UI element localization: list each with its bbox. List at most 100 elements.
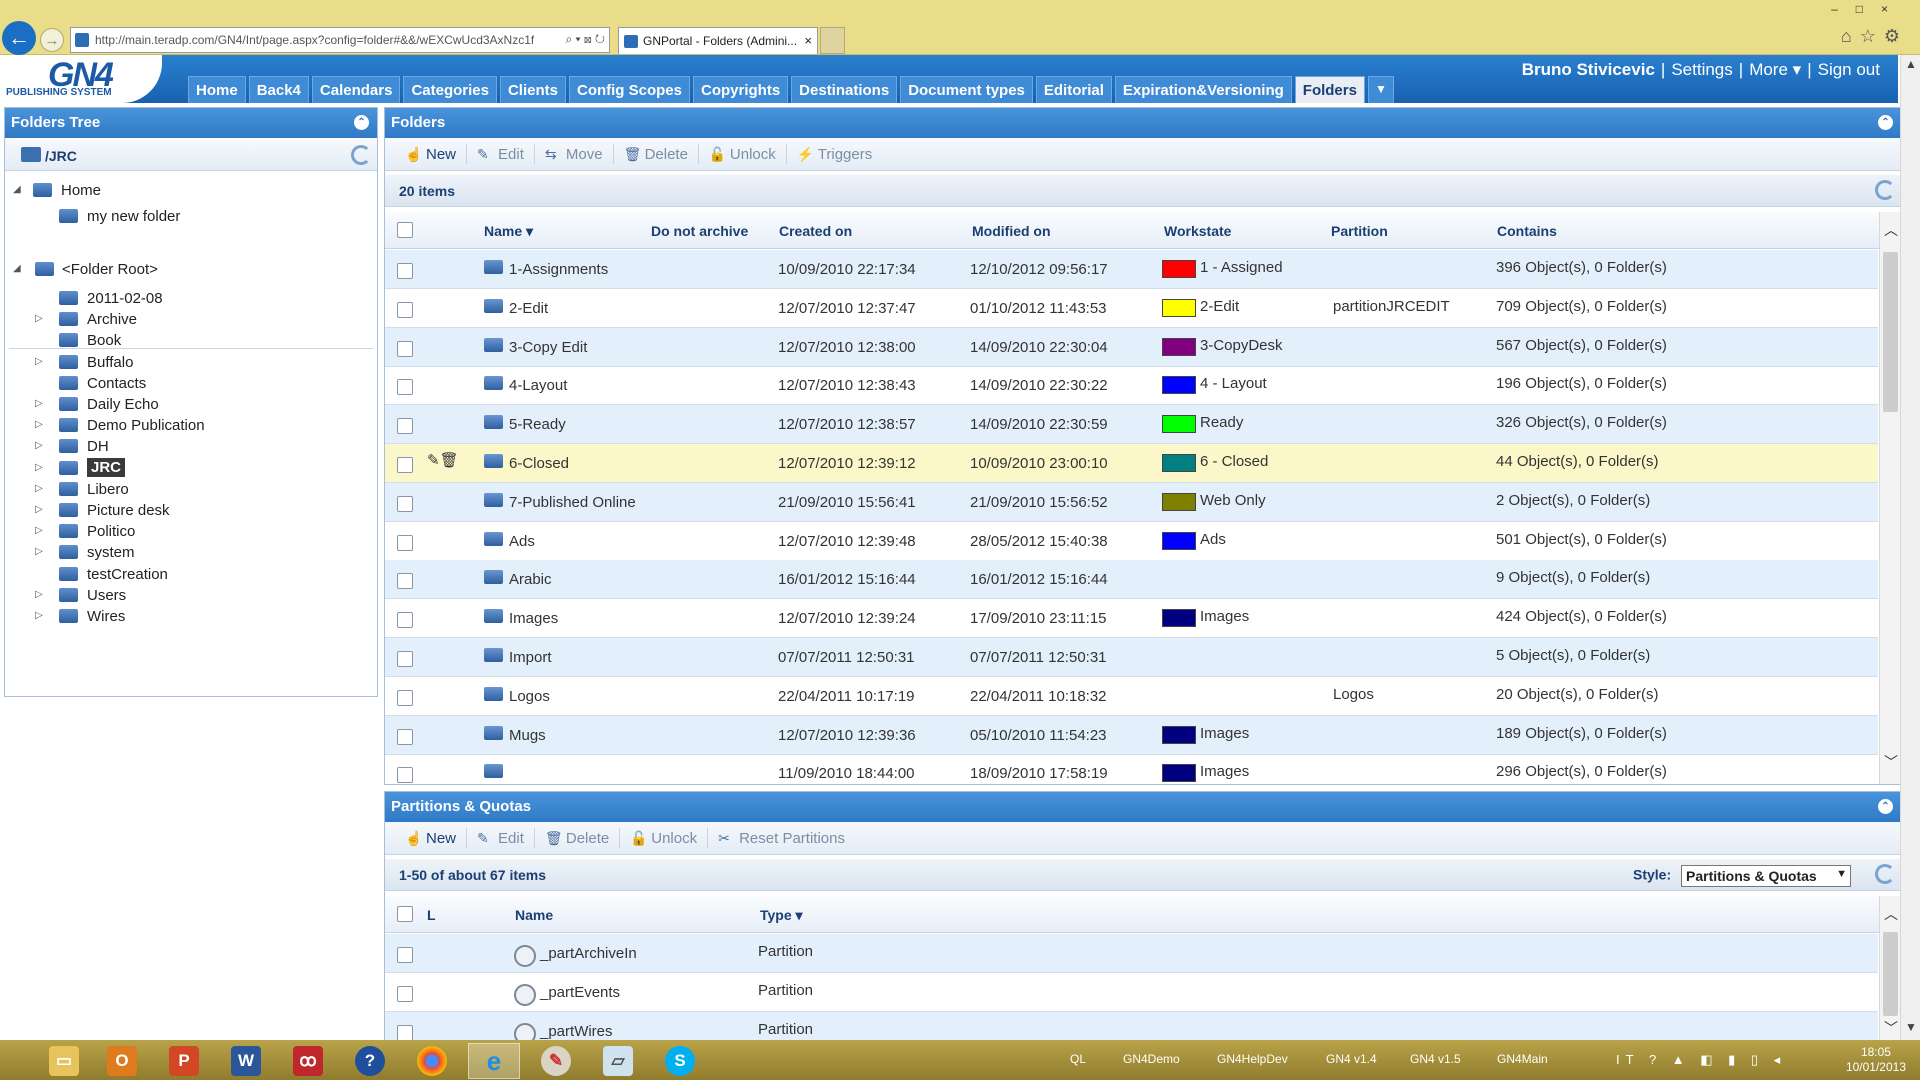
- menu-more-dropdown-icon[interactable]: ▼: [1367, 76, 1394, 103]
- expand-icon[interactable]: ▷: [35, 356, 45, 367]
- table-row[interactable]: 11/09/2010 18:44:00 18/09/2010 17:58:19 Im…: [385, 754, 1878, 784]
- table-row[interactable]: ✎🗑 6-Closed 12/07/2010 12:39:12 10/09/2010 …: [385, 444, 1878, 483]
- row-edit-delete-icons[interactable]: ✎🗑: [427, 451, 459, 469]
- refresh-icon[interactable]: [1875, 180, 1895, 200]
- table-row[interactable]: 3-Copy Edit 12/07/2010 12:38:00 14/09/2010…: [385, 327, 1878, 367]
- table-row[interactable]: _partWires Partition: [385, 1012, 1878, 1040]
- table-row[interactable]: 5-Ready 12/07/2010 12:38:57 14/09/2010 22:…: [385, 405, 1878, 445]
- clock[interactable]: 18:05 10/01/2013: [1846, 1045, 1906, 1075]
- toolbar-link-ql[interactable]: QL: [1070, 1052, 1086, 1066]
- scroll-down-icon[interactable]: ﹀: [1884, 1018, 1898, 1038]
- language-indicator[interactable]: IT: [1616, 1052, 1639, 1067]
- scroll-down-icon[interactable]: ▼: [1905, 1020, 1917, 1034]
- expand-icon[interactable]: ▷: [35, 419, 45, 430]
- scroll-thumb[interactable]: [1883, 932, 1898, 1016]
- row-checkbox[interactable]: [397, 1025, 413, 1040]
- address-tools-icon[interactable]: ⌕ ▾ ⊠ ↻: [565, 32, 605, 47]
- col-modified-on[interactable]: Modified on: [972, 223, 1051, 239]
- col-contains[interactable]: Contains: [1497, 223, 1557, 239]
- table-row[interactable]: _partArchiveIn Partition: [385, 934, 1878, 973]
- menu-editorial[interactable]: Editorial: [1035, 76, 1112, 103]
- new-button[interactable]: ☝ New: [395, 146, 466, 163]
- expand-icon[interactable]: ▷: [35, 462, 45, 473]
- table-row[interactable]: Mugs 12/07/2010 12:39:36 05/10/2010 11:54:…: [385, 715, 1878, 755]
- select-all-checkbox[interactable]: [397, 222, 413, 238]
- expand-icon[interactable]: ▷: [35, 589, 45, 600]
- toolbar-link-gn4demo[interactable]: GN4Demo: [1123, 1052, 1180, 1066]
- col-type[interactable]: Type ▾: [760, 907, 803, 924]
- collapse-icon[interactable]: ⌃: [1878, 799, 1893, 814]
- scroll-thumb[interactable]: [1883, 252, 1898, 412]
- menu-calendars[interactable]: Calendars: [311, 76, 401, 103]
- expand-icon[interactable]: ▷: [35, 483, 45, 494]
- menu-document-types[interactable]: Document types: [900, 76, 1033, 103]
- table-row[interactable]: Logos 22/04/2011 10:17:19 22/04/2011 10:18…: [385, 677, 1878, 716]
- toolbar-link-gn4helpdev[interactable]: GN4HelpDev: [1217, 1052, 1288, 1066]
- table-row[interactable]: _partEvents Partition: [385, 973, 1878, 1012]
- settings-link[interactable]: Settings: [1671, 60, 1732, 79]
- taskbar-outlook[interactable]: O: [96, 1043, 148, 1079]
- expand-icon[interactable]: ▷: [35, 440, 45, 451]
- menu-folders[interactable]: Folders: [1294, 76, 1365, 103]
- row-checkbox[interactable]: [397, 379, 413, 396]
- row-checkbox[interactable]: [397, 340, 413, 357]
- taskbar-explorer[interactable]: ▭: [38, 1043, 90, 1079]
- forward-button[interactable]: →: [40, 28, 64, 52]
- taskbar-ie[interactable]: e: [468, 1043, 520, 1079]
- taskbar-app-red[interactable]: ꝏ: [282, 1043, 334, 1079]
- more-link[interactable]: More ▾: [1749, 60, 1801, 79]
- row-checkbox[interactable]: [397, 418, 413, 435]
- col-created-on[interactable]: Created on: [779, 223, 852, 239]
- reset-partitions-button[interactable]: ✂ Reset Partitions: [708, 830, 855, 847]
- new-tab-button[interactable]: [820, 27, 845, 54]
- unlock-button[interactable]: 🔓 Unlock: [699, 146, 786, 163]
- row-checkbox[interactable]: [397, 573, 413, 590]
- taskbar-paint[interactable]: ✎: [530, 1043, 582, 1079]
- expand-icon[interactable]: ▷: [35, 504, 45, 515]
- col-partition[interactable]: Partition: [1331, 223, 1388, 239]
- expand-icon[interactable]: ▷: [35, 398, 45, 409]
- unlock-partition-button[interactable]: 🔓 Unlock: [620, 830, 707, 847]
- row-checkbox[interactable]: [397, 986, 413, 1002]
- row-checkbox[interactable]: [397, 728, 413, 745]
- address-bar[interactable]: http://main.teradp.com/GN4/Int/page.aspx…: [70, 27, 610, 53]
- toolbar-link-gn4-v15[interactable]: GN4 v1.5: [1410, 1052, 1461, 1066]
- triggers-button[interactable]: ⚡ Triggers: [787, 146, 882, 163]
- expand-icon[interactable]: ▷: [35, 313, 45, 324]
- back-button[interactable]: ←: [2, 21, 36, 55]
- toolbar-link-gn4main[interactable]: GN4Main: [1497, 1052, 1548, 1066]
- scroll-up-icon[interactable]: ▲: [1905, 57, 1917, 71]
- menu-home[interactable]: Home: [188, 76, 246, 103]
- menu-destinations[interactable]: Destinations: [791, 76, 898, 103]
- row-checkbox[interactable]: [397, 457, 413, 473]
- menu-config-scopes[interactable]: Config Scopes: [568, 76, 690, 103]
- table-row[interactable]: 4-Layout 12/07/2010 12:38:43 14/09/2010 22…: [385, 366, 1878, 406]
- expand-icon[interactable]: ▷: [35, 525, 45, 536]
- select-all-checkbox[interactable]: [397, 906, 413, 922]
- sign-out-link[interactable]: Sign out: [1818, 60, 1880, 79]
- style-select[interactable]: Partitions & Quotas ▼: [1681, 865, 1851, 887]
- expand-icon[interactable]: ▷: [35, 610, 45, 621]
- taskbar-chrome[interactable]: [406, 1043, 458, 1079]
- edit-button[interactable]: ✎ Edit: [467, 146, 534, 163]
- table-row[interactable]: 7-Published Online 21/09/2010 15:56:41 21/…: [385, 482, 1878, 522]
- row-checkbox[interactable]: [397, 534, 413, 551]
- delete-partition-button[interactable]: 🗑 Delete: [535, 830, 619, 847]
- menu-back4[interactable]: Back4: [248, 76, 309, 103]
- folders-scrollbar[interactable]: ︿ ﹀: [1879, 212, 1901, 784]
- partitions-scrollbar[interactable]: ︿ ﹀: [1879, 896, 1901, 1040]
- browser-tab[interactable]: GNPortal - Folders (Admini... ×: [618, 27, 818, 54]
- col-name[interactable]: Name: [515, 907, 553, 923]
- taskbar-powerpoint[interactable]: P: [158, 1043, 210, 1079]
- taskbar-notes[interactable]: ▱: [592, 1043, 644, 1079]
- collapse-icon[interactable]: ⌃: [354, 115, 369, 130]
- col-l[interactable]: L: [427, 907, 436, 923]
- row-checkbox[interactable]: [397, 947, 413, 963]
- scroll-up-icon[interactable]: ︿: [1884, 904, 1898, 924]
- expand-icon[interactable]: ▷: [35, 546, 45, 557]
- table-row[interactable]: Ads 12/07/2010 12:39:48 28/05/2012 15:40:3…: [385, 522, 1878, 561]
- col-name[interactable]: Name ▾: [484, 223, 533, 240]
- menu-copyrights[interactable]: Copyrights: [693, 76, 789, 103]
- taskbar-skype[interactable]: S: [654, 1043, 706, 1079]
- expanded-icon[interactable]: ◢: [13, 184, 23, 195]
